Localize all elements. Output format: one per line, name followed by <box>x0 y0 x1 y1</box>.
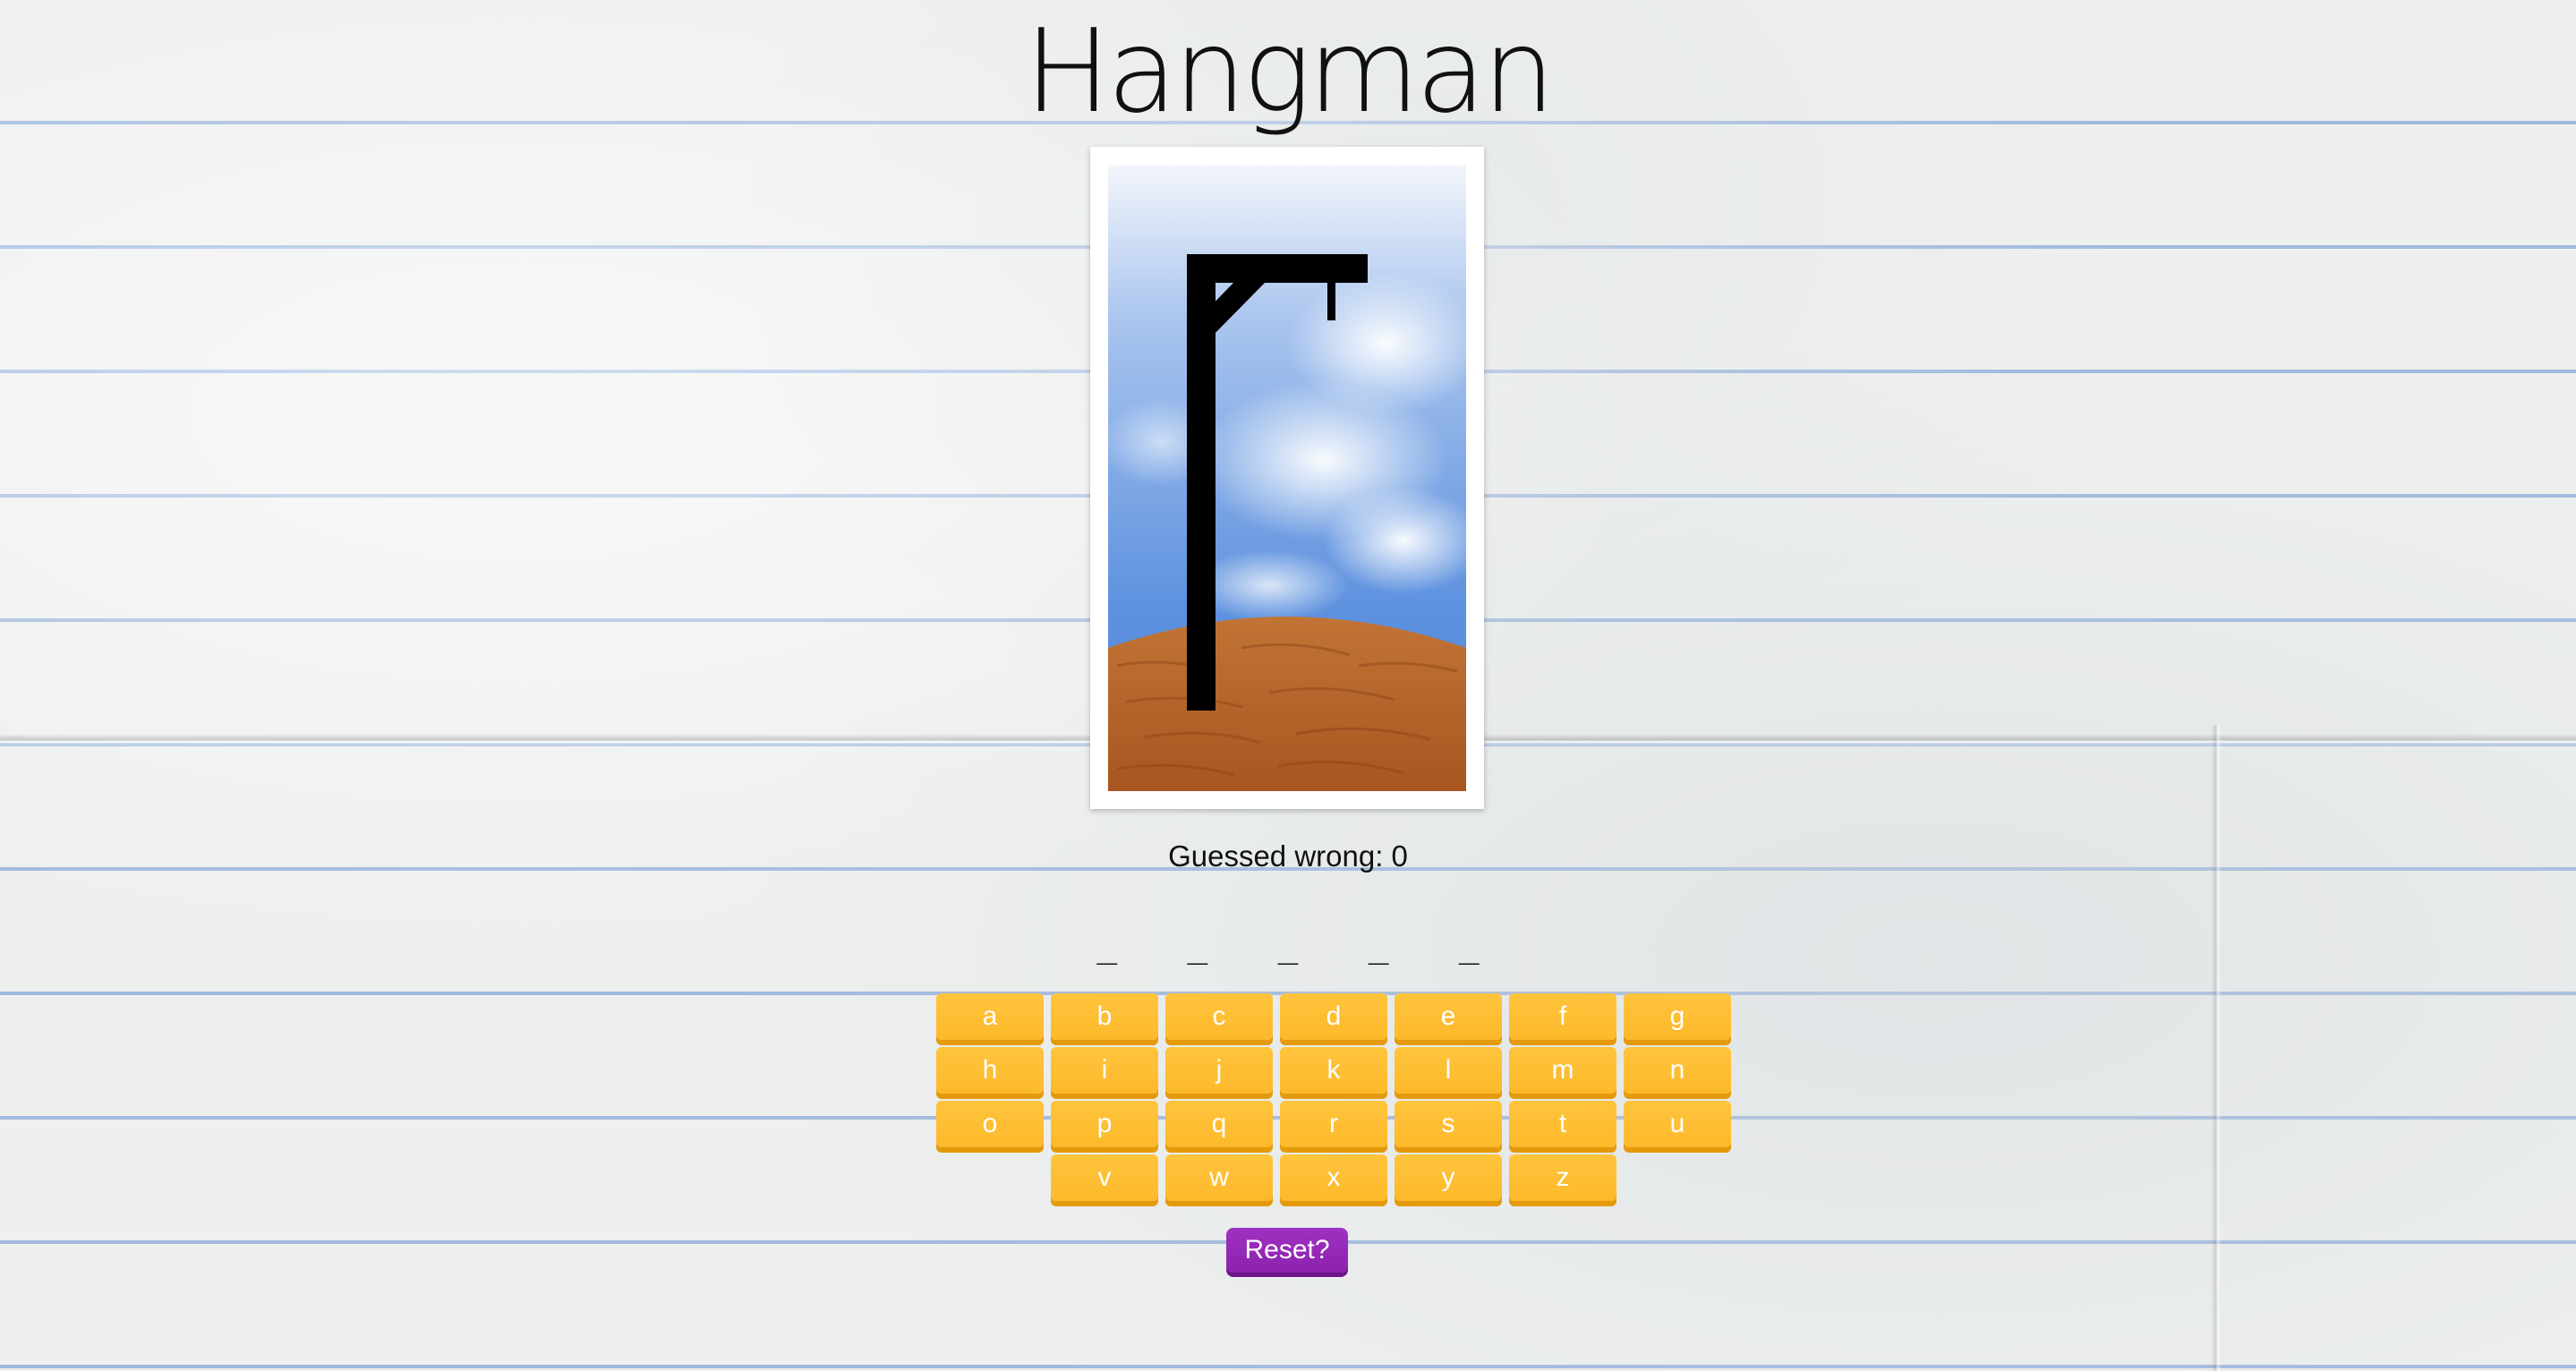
letter-key-x[interactable]: x <box>1280 1154 1387 1201</box>
gallows-scene <box>1108 165 1466 791</box>
letter-key-w[interactable]: w <box>1165 1154 1273 1201</box>
keyboard-row: o p q r s t u <box>933 1101 1735 1151</box>
letter-key-j[interactable]: j <box>1165 1047 1273 1094</box>
keyboard-row: a b c d e f g <box>933 993 1735 1043</box>
letter-keyboard: a b c d e f g h i j k l m n o p q r s t … <box>933 993 1735 1208</box>
page-title: Hangman <box>1024 5 1556 139</box>
letter-blank: _ <box>1369 929 1389 968</box>
keyboard-row: h i j k l m n <box>933 1047 1735 1097</box>
letter-blank: _ <box>1096 929 1117 968</box>
gallows-illustration <box>1108 165 1466 791</box>
letter-key-z[interactable]: z <box>1509 1154 1616 1201</box>
letter-key-g[interactable]: g <box>1624 993 1731 1040</box>
letter-key-c[interactable]: c <box>1165 993 1273 1040</box>
keyboard-row: v w x y z <box>933 1154 1735 1205</box>
letter-key-h[interactable]: h <box>936 1047 1044 1094</box>
letter-key-y[interactable]: y <box>1395 1154 1502 1201</box>
letter-key-k[interactable]: k <box>1280 1047 1387 1094</box>
letter-key-a[interactable]: a <box>936 993 1044 1040</box>
paper-crease-vertical <box>2211 725 2222 1371</box>
letter-key-i[interactable]: i <box>1051 1047 1158 1094</box>
word-blanks: _ _ _ _ _ <box>0 929 2576 969</box>
letter-key-e[interactable]: e <box>1395 993 1502 1040</box>
letter-key-r[interactable]: r <box>1280 1101 1387 1147</box>
gallows-beam <box>1187 254 1368 283</box>
letter-key-o[interactable]: o <box>936 1101 1044 1147</box>
wrong-guess-counter: Guessed wrong: 0 <box>1168 839 1408 873</box>
letter-key-p[interactable]: p <box>1051 1101 1158 1147</box>
letter-key-d[interactable]: d <box>1280 993 1387 1040</box>
letter-key-s[interactable]: s <box>1395 1101 1502 1147</box>
letter-blank: _ <box>1277 929 1299 968</box>
letter-key-m[interactable]: m <box>1509 1047 1616 1094</box>
letter-blank: _ <box>1459 929 1480 968</box>
letter-key-n[interactable]: n <box>1624 1047 1731 1094</box>
letter-key-q[interactable]: q <box>1165 1101 1273 1147</box>
reset-button[interactable]: Reset? <box>1226 1228 1348 1273</box>
letter-blank: _ <box>1187 929 1207 968</box>
letter-key-t[interactable]: t <box>1509 1101 1616 1147</box>
gallows-rope <box>1327 281 1335 320</box>
hangman-picture-frame <box>1090 147 1484 809</box>
letter-key-u[interactable]: u <box>1624 1101 1731 1147</box>
letter-key-v[interactable]: v <box>1051 1154 1158 1201</box>
letter-key-f[interactable]: f <box>1509 993 1616 1040</box>
letter-key-b[interactable]: b <box>1051 993 1158 1040</box>
letter-key-l[interactable]: l <box>1395 1047 1502 1094</box>
